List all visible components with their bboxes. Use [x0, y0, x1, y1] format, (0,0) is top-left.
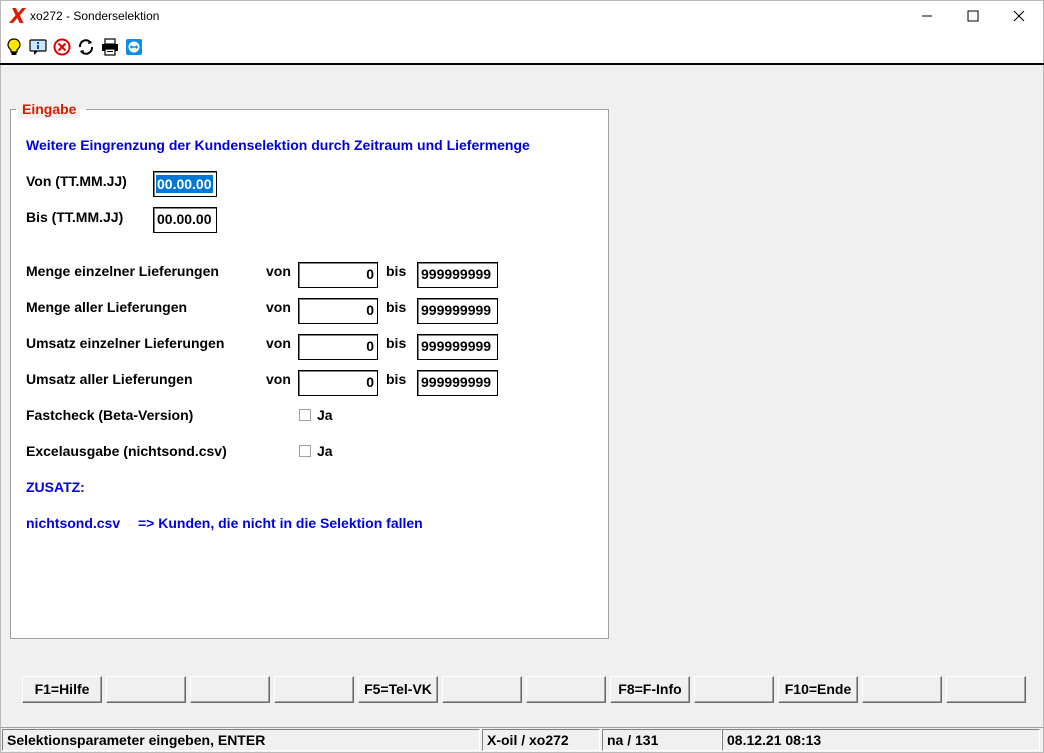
- von-date-value: 00.00.00: [156, 175, 213, 193]
- fastcheck-option-label: Ja: [317, 407, 333, 423]
- excel-checkbox[interactable]: [299, 445, 311, 457]
- bis-date-label: Bis (TT.MM.JJ): [26, 209, 124, 225]
- range-bis-label: bis: [386, 335, 407, 351]
- fkey-button-11[interactable]: [862, 676, 942, 703]
- maximize-button[interactable]: [950, 0, 996, 32]
- range-row-label: Umsatz aller Lieferungen: [26, 371, 193, 387]
- zusatz-text: => Kunden, die nicht in die Selektion fa…: [138, 515, 423, 531]
- range-from-input[interactable]: 0: [298, 262, 378, 288]
- status-app: X-oil / xo272: [482, 729, 600, 751]
- range-row-label: Menge aller Lieferungen: [26, 299, 188, 315]
- range-to-input[interactable]: 999999999: [417, 370, 498, 396]
- lightbulb-icon[interactable]: [5, 38, 23, 56]
- range-row-label: Umsatz einzelner Lieferungen: [26, 335, 225, 351]
- cancel-icon[interactable]: [53, 38, 71, 56]
- fkey-button-12[interactable]: [946, 676, 1026, 703]
- f5-tel-vk-button[interactable]: F5=Tel-VK: [358, 676, 438, 703]
- range-von-label: von: [266, 371, 291, 387]
- fkey-button-2[interactable]: [106, 676, 186, 703]
- teamviewer-icon[interactable]: [125, 38, 143, 56]
- excel-label: Excelausgabe (nichtsond.csv): [26, 443, 227, 459]
- range-von-label: von: [266, 335, 291, 351]
- range-bis-label: bis: [386, 299, 407, 315]
- range-to-input[interactable]: 999999999: [417, 262, 498, 288]
- von-date-input[interactable]: 00.00.00: [153, 171, 217, 197]
- toolbar: [0, 33, 1044, 63]
- excel-option-label: Ja: [317, 443, 333, 459]
- printer-icon[interactable]: [101, 38, 119, 56]
- status-user: na / 131: [602, 729, 722, 751]
- fkey-button-7[interactable]: [526, 676, 606, 703]
- range-von-label: von: [266, 299, 291, 315]
- range-von-label: von: [266, 263, 291, 279]
- f10-end-button[interactable]: F10=Ende: [778, 676, 858, 703]
- fkey-button-3[interactable]: [190, 676, 270, 703]
- f1-help-button[interactable]: F1=Hilfe: [22, 676, 102, 703]
- von-date-label: Von (TT.MM.JJ): [26, 173, 127, 189]
- maximize-icon: [967, 10, 979, 22]
- selection-heading: Weitere Eingrenzung der Kundenselektion …: [26, 137, 530, 153]
- range-to-input[interactable]: 999999999: [417, 334, 498, 360]
- range-from-input[interactable]: 0: [298, 298, 378, 324]
- range-from-input[interactable]: 0: [298, 370, 378, 396]
- minimize-icon: [922, 15, 932, 17]
- group-title: Eingabe: [18, 100, 81, 118]
- zusatz-file: nichtsond.csv: [26, 515, 121, 531]
- status-message: Selektionsparameter eingeben, ENTER: [2, 729, 480, 751]
- range-from-input[interactable]: 0: [298, 334, 378, 360]
- range-row-label: Menge einzelner Lieferungen: [26, 263, 219, 279]
- fastcheck-checkbox[interactable]: [299, 409, 311, 421]
- fkey-button-6[interactable]: [442, 676, 522, 703]
- window-title: xo272 - Sonderselektion: [30, 9, 160, 23]
- f8-f-info-button[interactable]: F8=F-Info: [610, 676, 690, 703]
- app-logo: X: [10, 4, 26, 28]
- fkey-button-4[interactable]: [274, 676, 354, 703]
- close-button[interactable]: [996, 0, 1042, 32]
- bis-date-input[interactable]: 00.00.00: [153, 207, 217, 233]
- fastcheck-label: Fastcheck (Beta-Version): [26, 407, 194, 423]
- close-icon: [1013, 10, 1025, 22]
- range-bis-label: bis: [386, 371, 407, 387]
- refresh-icon[interactable]: [77, 38, 95, 56]
- minimize-button[interactable]: [904, 0, 950, 32]
- status-datetime: 08.12.21 08:13: [722, 729, 1040, 751]
- range-bis-label: bis: [386, 263, 407, 279]
- zusatz-label: ZUSATZ:: [26, 479, 85, 495]
- range-to-input[interactable]: 999999999: [417, 298, 498, 324]
- info-icon[interactable]: [29, 38, 47, 56]
- fkey-button-9[interactable]: [694, 676, 774, 703]
